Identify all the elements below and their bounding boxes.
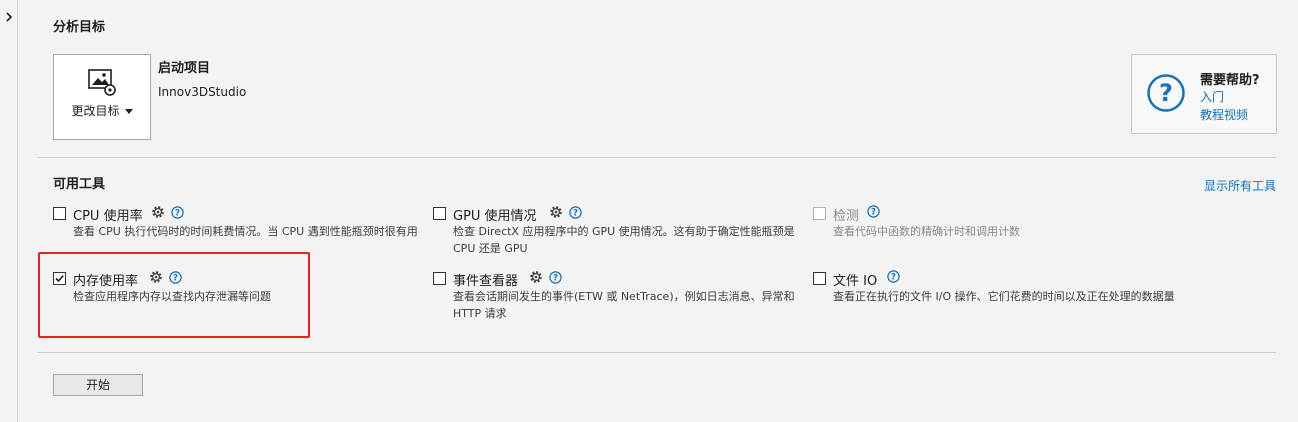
help-icon[interactable]: ? xyxy=(867,205,880,218)
gear-icon[interactable] xyxy=(549,205,563,219)
svg-text:?: ? xyxy=(553,273,558,283)
tool-description: 检查 DirectX 应用程序中的 GPU 使用情况。这有助于确定性能瓶颈是 C… xyxy=(453,225,795,255)
help-icon[interactable]: ? xyxy=(171,205,184,219)
svg-text:?: ? xyxy=(871,208,876,218)
event-viewer-checkbox[interactable] xyxy=(433,272,446,285)
help-panel: ? 需要帮助? 入门 教程视频 xyxy=(1131,54,1277,134)
change-target-label: 更改目标 xyxy=(54,102,150,119)
divider xyxy=(37,157,1276,158)
analysis-target-heading: 分析目标 xyxy=(53,20,106,35)
tool-name: CPU 使用率 xyxy=(73,209,143,224)
cpu-usage-checkbox[interactable] xyxy=(53,207,66,220)
tutorial-video-link[interactable]: 教程视频 xyxy=(1200,106,1248,123)
help-question-icon: ? xyxy=(1147,74,1185,112)
tool-name: 文件 IO xyxy=(833,274,878,289)
available-tools-heading: 可用工具 xyxy=(53,177,106,192)
getting-started-link[interactable]: 入门 xyxy=(1200,88,1224,105)
chevron-down-icon xyxy=(124,109,133,114)
startup-project-name: Innov3DStudio xyxy=(158,85,247,99)
instrumentation-checkbox[interactable] xyxy=(813,207,826,220)
gear-icon[interactable] xyxy=(151,205,165,219)
svg-text:?: ? xyxy=(1159,79,1173,107)
gear-icon[interactable] xyxy=(529,270,543,284)
divider xyxy=(37,352,1276,353)
help-icon[interactable]: ? xyxy=(569,205,582,219)
file-io-checkbox[interactable] xyxy=(813,272,826,285)
tool-description: 查看正在执行的文件 I/O 操作、它们花费的时间以及正在处理的数据量 xyxy=(833,290,1175,303)
help-icon[interactable]: ? xyxy=(549,270,562,284)
target-app-icon xyxy=(88,69,116,96)
svg-text:?: ? xyxy=(175,208,180,218)
change-target-button[interactable]: 更改目标 xyxy=(53,54,151,140)
tool-name: 事件查看器 xyxy=(453,274,519,289)
help-icon[interactable]: ? xyxy=(887,270,900,283)
start-button[interactable]: 开始 xyxy=(53,374,143,396)
help-title: 需要帮助? xyxy=(1200,73,1260,88)
tool-description: 查看会话期间发生的事件(ETW 或 NetTrace)，例如日志消息、异常和 H… xyxy=(453,290,795,320)
tool-name: 检测 xyxy=(833,209,860,224)
startup-project-title: 启动项目 xyxy=(158,61,211,76)
left-rail xyxy=(0,0,18,422)
tool-name: GPU 使用情况 xyxy=(453,209,537,224)
tool-description: 查看代码中函数的精确计时和调用计数 xyxy=(833,225,1020,238)
gpu-usage-checkbox[interactable] xyxy=(433,207,446,220)
show-all-tools-link[interactable]: 显示所有工具 xyxy=(1204,177,1276,194)
svg-text:?: ? xyxy=(573,208,578,218)
chevron-right-icon[interactable] xyxy=(4,10,14,24)
selection-highlight xyxy=(38,252,310,338)
svg-text:?: ? xyxy=(891,273,896,283)
